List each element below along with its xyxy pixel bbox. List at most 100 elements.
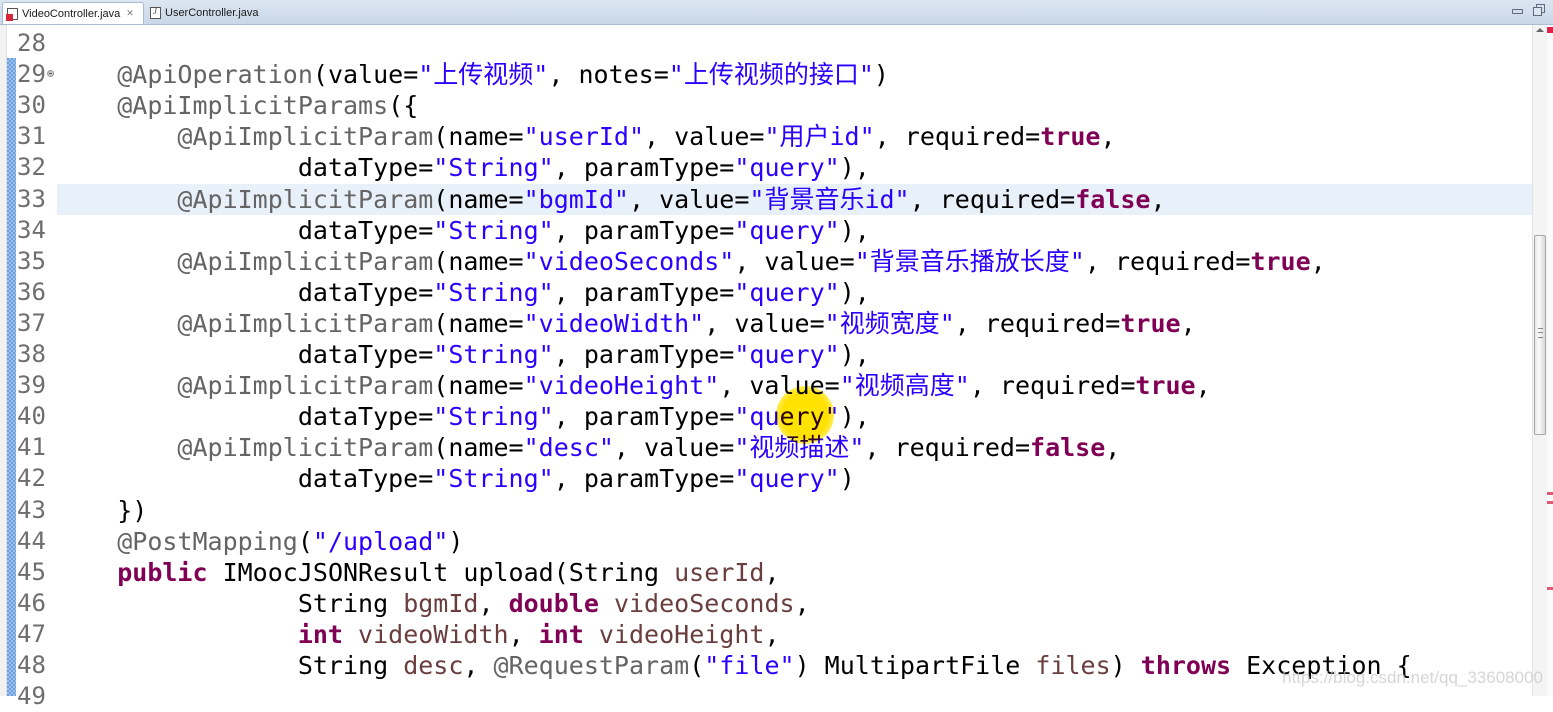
string-token: "query": [734, 340, 840, 369]
line-number: 37: [17, 308, 46, 337]
code-text: @ApiOperation(value="上传视频", notes="上传视频的…: [57, 59, 889, 90]
annotation-token: @ApiImplicitParam: [177, 184, 434, 214]
code-text: dataType="String", paramType="query"),: [57, 339, 870, 370]
line-number: 47: [17, 619, 46, 648]
string-token: "userId": [523, 122, 645, 152]
code-line[interactable]: 35 @ApiImplicitParam(name="videoSeconds"…: [0, 246, 1532, 277]
code-line[interactable]: 43 }): [0, 495, 1532, 526]
code-text: String desc, @RequestParam("file") Multi…: [57, 650, 1412, 681]
code-line[interactable]: 32 dataType="String", paramType="query")…: [0, 152, 1532, 183]
code-token: (: [689, 651, 705, 680]
code-token: ): [839, 464, 855, 494]
string-token: "/upload": [312, 526, 449, 556]
code-line[interactable]: 31 @ApiImplicitParam(name="userId", valu…: [0, 121, 1532, 152]
code-text: @ApiImplicitParam(name="desc", value="视频…: [57, 432, 1120, 463]
restore-icon[interactable]: [1533, 4, 1545, 16]
code-text: dataType="String", paramType="query"),: [57, 152, 870, 183]
code-line[interactable]: 45 public IMoocJSONResult upload(String …: [0, 557, 1532, 588]
code-line[interactable]: 47 int videoWidth, int videoHeight,: [0, 619, 1532, 650]
vertical-scrollbar[interactable]: [1532, 25, 1547, 696]
code-line[interactable]: 36 dataType="String", paramType="query")…: [0, 277, 1532, 308]
code-line[interactable]: 33 @ApiImplicitParam(name="bgmId", value…: [0, 183, 1532, 215]
annotation-token: @ApiImplicitParam: [177, 308, 434, 338]
code-token: dataType=: [57, 277, 434, 307]
keyword-token: double: [508, 588, 599, 618]
scrollbar-thumb[interactable]: [1534, 235, 1546, 435]
overview-marker[interactable]: [1547, 501, 1553, 504]
overview-marker[interactable]: [1547, 492, 1553, 495]
close-tab-icon[interactable]: ✕: [126, 8, 134, 19]
string-token: "视频描述": [734, 433, 865, 463]
code-line[interactable]: 42 dataType="String", paramType="query"): [0, 463, 1532, 494]
code-token: ,: [764, 557, 780, 587]
window-controls: [1511, 4, 1545, 16]
code-token: (value=: [312, 60, 419, 90]
code-line[interactable]: 44 @PostMapping("/upload"): [0, 526, 1532, 557]
annotation-token: @ApiImplicitParam: [177, 122, 434, 152]
code-token: }): [57, 495, 148, 525]
code-text: public IMoocJSONResult upload(String use…: [57, 557, 780, 588]
string-token: "String": [433, 340, 554, 369]
keyword-token: throws: [1140, 651, 1232, 680]
grip-icon: [1538, 328, 1543, 338]
string-token: "file": [704, 651, 795, 680]
string-token: "desc": [523, 433, 614, 463]
line-number: 31: [17, 122, 46, 151]
error-indicator-icon[interactable]: [1547, 27, 1553, 33]
line-number: 43: [17, 495, 46, 524]
keyword-token: false: [1075, 184, 1151, 214]
code-token: ,: [1195, 371, 1211, 401]
code-line[interactable]: 38 dataType="String", paramType="query")…: [0, 339, 1532, 370]
code-text: dataType="String", paramType="query"),: [57, 277, 870, 308]
code-text: }): [57, 495, 147, 526]
line-number: 39: [17, 371, 46, 400]
keyword-token: true: [1040, 122, 1101, 152]
code-line[interactable]: 41 @ApiImplicitParam(name="desc", value=…: [0, 432, 1532, 463]
code-token: ({: [388, 91, 419, 121]
code-line[interactable]: 37 @ApiImplicitParam(name="videoWidth", …: [0, 308, 1532, 339]
code-text: dataType="String", paramType="query"): [57, 463, 855, 494]
code-token: , paramType=: [553, 277, 735, 307]
code-line[interactable]: 34 dataType="String", paramType="query")…: [0, 215, 1532, 246]
code-token: String: [57, 588, 404, 618]
line-number: 42: [17, 464, 46, 493]
overview-marker[interactable]: [1547, 587, 1553, 590]
annotation-token: @ApiImplicitParam: [177, 433, 434, 463]
code-token: , required=: [874, 122, 1041, 152]
code-token: , required=: [909, 184, 1076, 214]
minimize-icon[interactable]: [1511, 4, 1523, 16]
string-token: "videoHeight": [523, 371, 720, 401]
line-number: 46: [17, 588, 46, 617]
code-token: dataType=: [57, 215, 434, 245]
code-line[interactable]: 40 dataType="String", paramType="query")…: [0, 401, 1532, 432]
tab-video-controller[interactable]: VideoController.java ✕: [2, 2, 144, 24]
line-number: 40: [17, 402, 46, 431]
code-line[interactable]: 46 String bgmId, double videoSeconds,: [0, 588, 1532, 619]
string-token: "query": [734, 153, 840, 183]
string-token: "String": [433, 277, 554, 307]
code-line[interactable]: 30 @ApiImplicitParams({: [0, 90, 1532, 121]
code-line[interactable]: 39 @ApiImplicitParam(name="videoHeight",…: [0, 370, 1532, 401]
code-token: , paramType=: [553, 153, 735, 183]
code-text: @ApiImplicitParam(name="bgmId", value="背…: [57, 184, 1165, 215]
code-token: ) MultipartFile: [794, 651, 1036, 680]
string-token: "上传视频的接口": [668, 60, 874, 90]
code-token: , paramType=: [553, 464, 735, 494]
code-line[interactable]: 29 @ApiOperation(value="上传视频", notes="上传…: [0, 59, 1532, 90]
string-token: "query": [734, 215, 840, 245]
code-token: String: [57, 651, 404, 680]
scroll-up-arrow-icon[interactable]: [1536, 28, 1544, 32]
code-token: (name=: [433, 433, 524, 463]
code-token: (name=: [433, 371, 524, 401]
parameter-token: videoWidth: [358, 619, 509, 649]
line-number: 33: [17, 184, 46, 213]
code-line[interactable]: 28: [0, 28, 1532, 59]
tab-user-controller[interactable]: UserController.java: [146, 2, 266, 24]
